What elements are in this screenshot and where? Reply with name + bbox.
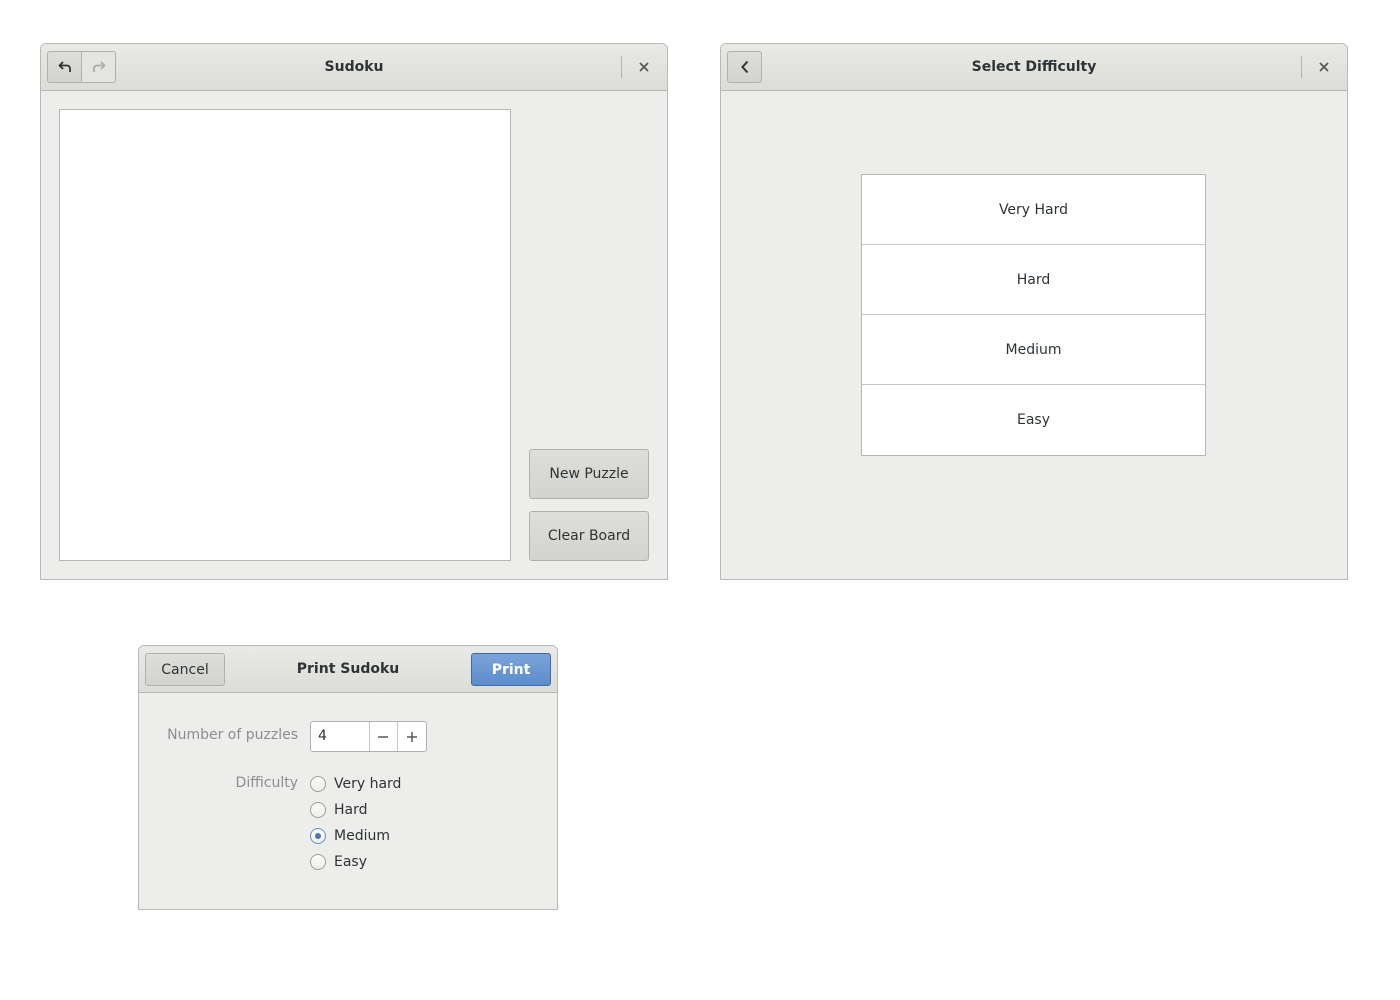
radio-dot (315, 833, 321, 839)
radio-button[interactable] (310, 854, 326, 870)
back-button[interactable] (727, 51, 762, 83)
plus-icon (406, 731, 418, 743)
sudoku-window: Sudoku New Puzzle Clear Board (40, 43, 668, 580)
print-button[interactable]: Print (471, 653, 551, 686)
headerbar-separator (621, 56, 622, 78)
undo-icon (58, 60, 72, 74)
print-dialog: Print Sudoku Cancel Print Number of puzz… (138, 645, 558, 910)
difficulty-window-title: Select Difficulty (971, 59, 1097, 75)
difficulty-window: Select Difficulty Very Hard Hard Medium … (720, 43, 1348, 580)
new-puzzle-button[interactable]: New Puzzle (529, 449, 649, 499)
minus-icon (377, 731, 389, 743)
radio-label: Very hard (334, 776, 402, 792)
sudoku-board[interactable] (59, 109, 511, 561)
sudoku-window-title: Sudoku (324, 59, 384, 75)
redo-icon (92, 60, 106, 74)
radio-button[interactable] (310, 802, 326, 818)
close-button[interactable] (632, 55, 656, 79)
difficulty-label: Difficulty (235, 775, 298, 791)
radio-very-hard[interactable]: Very hard (310, 774, 401, 794)
radio-label: Hard (334, 802, 368, 818)
difficulty-option-very-hard[interactable]: Very Hard (862, 175, 1205, 245)
undo-button[interactable] (47, 51, 82, 83)
difficulty-option-medium[interactable]: Medium (862, 315, 1205, 385)
close-icon (639, 62, 649, 72)
redo-button[interactable] (81, 51, 116, 83)
close-button[interactable] (1312, 55, 1336, 79)
cancel-button[interactable]: Cancel (145, 653, 225, 686)
radio-easy[interactable]: Easy (310, 852, 367, 872)
close-icon (1319, 62, 1329, 72)
clear-board-button[interactable]: Clear Board (529, 511, 649, 561)
difficulty-list: Very Hard Hard Medium Easy (861, 174, 1206, 456)
radio-button[interactable] (310, 776, 326, 792)
difficulty-headerbar: Select Difficulty (721, 44, 1347, 91)
radio-label: Easy (334, 854, 368, 870)
difficulty-option-hard[interactable]: Hard (862, 245, 1205, 315)
radio-label: Medium (334, 828, 390, 844)
chevron-left-icon (740, 60, 750, 74)
print-dialog-headerbar: Print Sudoku Cancel Print (139, 646, 557, 693)
difficulty-option-easy[interactable]: Easy (862, 385, 1205, 455)
number-of-puzzles-label: Number of puzzles (167, 727, 298, 743)
radio-medium[interactable]: Medium (310, 826, 390, 846)
headerbar-separator (1301, 56, 1302, 78)
sudoku-headerbar: Sudoku (41, 44, 667, 91)
radio-button-selected[interactable] (310, 828, 326, 844)
radio-hard[interactable]: Hard (310, 800, 368, 820)
puzzle-count-input[interactable]: 4 (311, 722, 369, 751)
puzzle-count-spinbutton: 4 (310, 721, 427, 752)
increment-button[interactable] (397, 722, 426, 751)
decrement-button[interactable] (368, 722, 398, 751)
